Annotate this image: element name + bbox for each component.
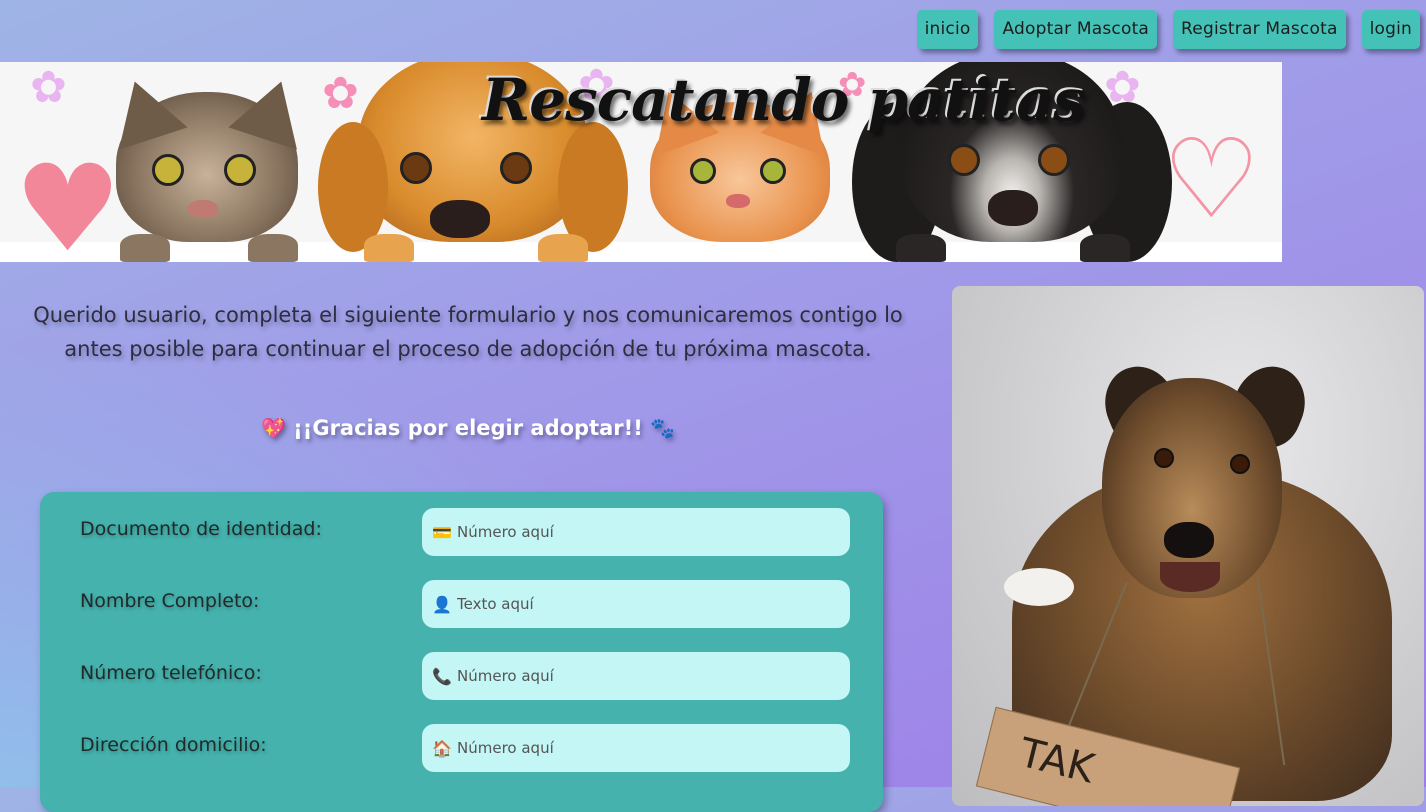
nombre-label: Nombre Completo:: [80, 590, 260, 612]
documento-label: Documento de identidad:: [80, 518, 322, 540]
house-icon: 🏠: [432, 738, 452, 758]
documento-input[interactable]: [452, 507, 850, 557]
paw-prints-icon: 🐾: [650, 416, 676, 440]
tabby-cat-image: [100, 70, 316, 262]
person-icon: 👤: [432, 594, 452, 614]
dog-mouth: [1160, 562, 1220, 592]
thanks-message: 💖 ¡¡Gracias por elegir adoptar!! 🐾: [30, 416, 906, 440]
hero-banner: ✿ ✿ ✿ ✿ ✿ ♥ ♡ Rescatando patitas: [0, 62, 1282, 262]
nav-registrar-mascota[interactable]: Registrar Mascota: [1173, 10, 1346, 49]
dog-eye: [1154, 448, 1174, 468]
telefono-input[interactable]: [452, 651, 850, 701]
form-row-direccion: Dirección domicilio: 🏠: [40, 723, 883, 773]
dog-eye: [1230, 454, 1250, 474]
direccion-label: Dirección domicilio:: [80, 734, 267, 756]
heart-icon: ♡: [1162, 115, 1261, 243]
documento-field: 💳: [422, 507, 850, 557]
form-row-nombre: Nombre Completo: 👤: [40, 579, 883, 629]
top-nav: inicio Adoptar Mascota Registrar Mascota…: [916, 10, 1420, 49]
sparkling-heart-icon: 💖: [260, 416, 286, 440]
thanks-text: ¡¡Gracias por elegir adoptar!!: [293, 416, 643, 440]
site-title: Rescatando patitas: [482, 66, 1086, 134]
dog-nose: [1164, 522, 1214, 558]
adopt-dog-photo: TAK: [952, 286, 1424, 806]
dog-paw: [1004, 568, 1074, 606]
adoption-form: Documento de identidad: 💳 Nombre Complet…: [40, 492, 883, 812]
direccion-field: 🏠: [422, 723, 850, 773]
form-row-telefono: Número telefónico: 📞: [40, 651, 883, 701]
telefono-field: 📞: [422, 651, 850, 701]
direccion-input[interactable]: [452, 723, 850, 773]
credit-card-icon: 💳: [432, 522, 452, 542]
flower-icon: ✿: [30, 62, 67, 113]
sign-text: TAK: [1014, 729, 1099, 793]
form-row-documento: Documento de identidad: 💳: [40, 507, 883, 557]
nombre-input[interactable]: [452, 579, 850, 629]
heart-icon: ♥: [14, 140, 122, 263]
nav-login[interactable]: login: [1361, 10, 1420, 49]
telefono-label: Número telefónico:: [80, 662, 262, 684]
intro-text: Querido usuario, completa el siguiente f…: [33, 303, 903, 361]
nombre-field: 👤: [422, 579, 850, 629]
nav-adoptar-mascota[interactable]: Adoptar Mascota: [994, 10, 1158, 49]
nav-inicio[interactable]: inicio: [916, 10, 979, 49]
phone-icon: 📞: [432, 666, 452, 686]
